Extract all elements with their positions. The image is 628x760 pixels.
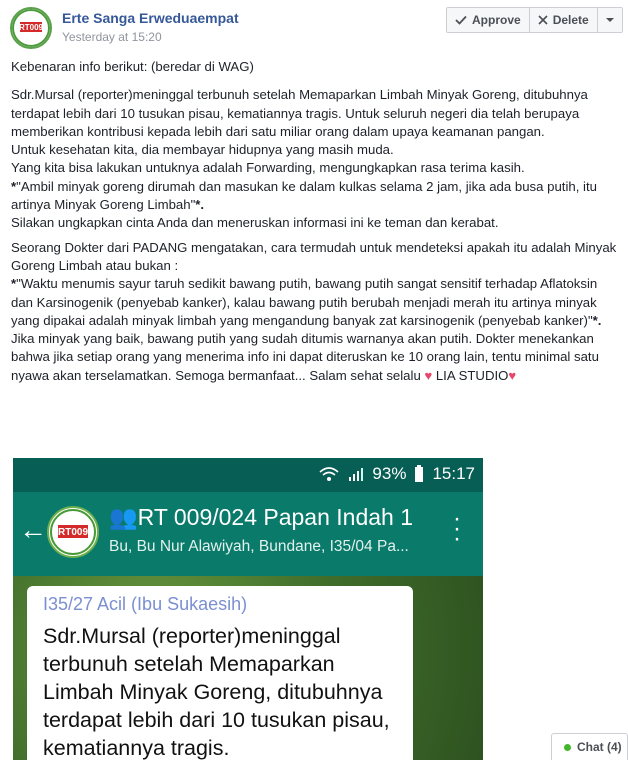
battery-level: 93% xyxy=(372,464,407,483)
battery-icon xyxy=(415,465,424,482)
message-bubble[interactable]: I35/27 Acil (Ibu Sukaesih) Sdr.Mursal (r… xyxy=(27,586,413,760)
story-text: Sdr.Mursal (reporter)meninggal terbunuh … xyxy=(11,87,588,139)
whatsapp-screenshot[interactable]: 93% 15:17 ← RT009 👥RT 009/024 Papan Inda… xyxy=(13,458,483,760)
avatar[interactable]: RT009 xyxy=(10,7,52,49)
group-members: Bu, Bu Nur Alawiyah, Bundane, I35/04 Pa.… xyxy=(109,538,409,555)
story-line-2: Untuk kesehatan kita, dia membayar hidup… xyxy=(11,142,394,158)
wifi-icon xyxy=(319,467,339,481)
status-icons: 93% 15:17 xyxy=(318,464,475,484)
message-sender: I35/27 Acil (Ibu Sukaesih) xyxy=(43,594,248,614)
rt-logo-icon: RT009 xyxy=(50,509,96,555)
paragraph-story: Sdr.Mursal (reporter)meninggal terbunuh … xyxy=(11,86,617,232)
svg-text:RT009: RT009 xyxy=(19,23,44,32)
signal-icon xyxy=(349,468,364,481)
post-timestamp[interactable]: Yesterday at 15:20 xyxy=(62,30,162,44)
more-options-button[interactable] xyxy=(598,8,622,32)
message-text: Sdr.Mursal (reporter)meninggal terbunuh … xyxy=(43,624,390,760)
doctor-intro: Seorang Dokter dari PADANG mengatakan, c… xyxy=(11,239,617,273)
online-indicator-icon xyxy=(564,743,571,751)
clock: 15:17 xyxy=(432,464,475,483)
delete-button[interactable]: Delete xyxy=(530,8,598,32)
kebab-menu-icon[interactable]: · · · xyxy=(453,507,461,551)
svg-text:RT009: RT009 xyxy=(58,527,88,538)
bold-star-end: *. xyxy=(195,197,205,213)
story-line-3: Yang kita bisa lakukan untuknya adalah F… xyxy=(11,160,525,176)
back-arrow-icon[interactable]: ← xyxy=(19,514,47,546)
chat-label: Chat (4) xyxy=(577,740,622,754)
paragraph-doctor: Seorang Dokter dari PADANG mengatakan, c… xyxy=(11,239,617,385)
close-icon xyxy=(538,15,548,25)
group-title-text: RT 009/024 Papan Indah 1 xyxy=(137,504,414,530)
post-header: RT009 Erte Sanga Erweduaempat Yesterday … xyxy=(10,5,623,50)
bold-star-end: *. xyxy=(592,312,602,328)
intro-line: Kebenaran info berikut: (beredar di WAG) xyxy=(11,59,254,74)
moderation-actions: Approve Delete xyxy=(446,7,623,33)
chat-header: ← RT009 👥RT 009/024 Papan Indah 1 Bu, Bu… xyxy=(13,492,483,576)
group-icon: 👥 xyxy=(109,504,138,530)
group-title[interactable]: 👥RT 009/024 Papan Indah 1 xyxy=(109,504,413,531)
status-bar: 93% 15:17 xyxy=(13,458,483,492)
doctor-quote: "Waktu menumis sayur taruh sedikit bawan… xyxy=(11,276,598,328)
delete-label: Delete xyxy=(552,13,589,27)
story-line-5: Silakan ungkapkan cinta Anda dan menerus… xyxy=(11,215,499,231)
instruction-quote: "Ambil minyak goreng dirumah dan masukan… xyxy=(11,178,597,213)
rt-logo-icon: RT009 xyxy=(12,9,50,47)
approve-button[interactable]: Approve xyxy=(447,8,530,32)
heart-icon: ♥ xyxy=(508,367,517,383)
group-avatar[interactable]: RT009 xyxy=(47,506,99,558)
post-body: Kebenaran info berikut: (beredar di WAG)… xyxy=(11,58,617,388)
approve-label: Approve xyxy=(472,13,521,27)
chat-tab[interactable]: Chat (4) xyxy=(551,733,628,760)
studio-name: LIA STUDIO xyxy=(435,367,509,383)
heart-icon: ♥ xyxy=(424,367,433,383)
chevron-down-icon xyxy=(605,18,614,22)
checkmark-icon xyxy=(455,15,467,25)
author-name[interactable]: Erte Sanga Erweduaempat xyxy=(62,10,239,26)
